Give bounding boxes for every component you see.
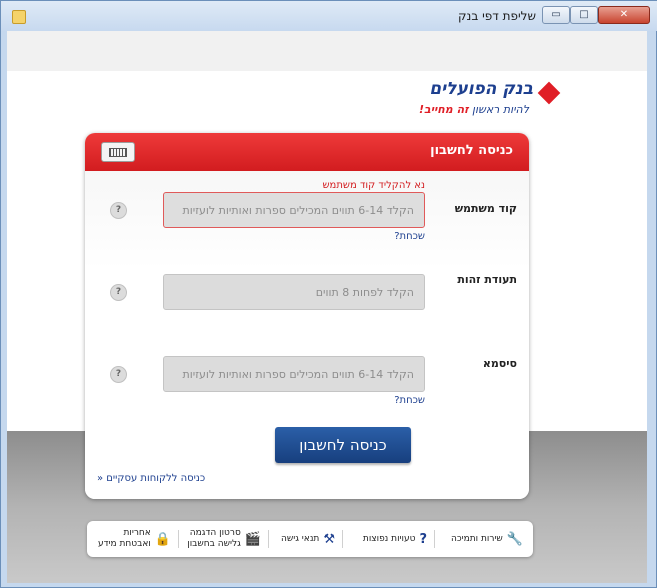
footer-support-link[interactable]: 🔧 שירות ותמיכה <box>451 521 523 557</box>
gavel-icon: ⚒ <box>323 531 335 547</box>
login-card-header: כניסה לחשבון <box>85 133 529 171</box>
bank-logo: בנק הפועלים להיות ראשון זה מחייב! <box>357 79 561 121</box>
user-code-help-icon[interactable]: ? <box>110 202 127 219</box>
footer-security-link[interactable]: 🔒 אחריות ואבטחת מידע <box>98 521 171 557</box>
login-submit-button[interactable]: כניסה לחשבון <box>275 427 411 463</box>
footer-terms-link[interactable]: ⚒ תנאי גישה <box>281 521 335 557</box>
lock-icon: 🔒 <box>154 531 171 547</box>
footer-faq-label: טעויות נפוצות <box>362 534 416 544</box>
footer-demo-label-1: סרטון הדגמה <box>189 528 241 538</box>
app-window: שליפת דפי בנק ▭ □ ✕ בנק הפועלים להיות רא… <box>0 0 657 588</box>
question-icon: ? <box>419 531 427 547</box>
login-card-body: נא להקליד קוד משתמש קוד משתמש ? שכחת? תע… <box>85 171 529 499</box>
user-code-label: קוד משתמש <box>454 202 517 215</box>
maximize-button[interactable]: □ <box>570 6 598 24</box>
login-title: כניסה לחשבון <box>430 143 513 158</box>
password-forgot-link[interactable]: שכחת? <box>394 395 425 406</box>
footer-security-label-1: אחריות <box>123 528 151 538</box>
footer-security-label: אחריות ואבטחת מידע <box>98 528 151 550</box>
password-input[interactable] <box>163 356 425 392</box>
footer-demo-label: סרטון הדגמה גלישה בחשבון <box>187 528 241 550</box>
password-help-icon[interactable]: ? <box>110 366 127 383</box>
user-code-error: נא להקליד קוד משתמש <box>322 180 425 191</box>
id-number-label: תעודת זהות <box>457 273 517 286</box>
footer-terms-label: תנאי גישה <box>280 534 320 544</box>
slogan-start: להיות ראשון <box>468 103 529 116</box>
id-number-help-icon[interactable]: ? <box>110 284 127 301</box>
footer-divider <box>342 530 343 548</box>
footer-security-label-2: ואבטחת מידע <box>97 539 151 549</box>
footer-support-label: שירות ותמיכה <box>450 534 503 544</box>
wrench-icon: 🔧 <box>506 531 523 547</box>
keyboard-icon <box>109 148 127 157</box>
virtual-keyboard-button[interactable] <box>101 142 135 162</box>
app-icon <box>12 10 26 24</box>
login-card: כניסה לחשבון נא להקליד קוד משתמש קוד משת… <box>85 133 529 499</box>
logo-slogan: להיות ראשון זה מחייב! <box>419 103 529 116</box>
film-icon: 🎬 <box>244 531 261 547</box>
logo-diamond-icon <box>537 81 561 105</box>
title-bar: שליפת דפי בנק ▭ □ ✕ <box>1 1 657 31</box>
close-button[interactable]: ✕ <box>598 6 650 24</box>
business-login-link[interactable]: כניסה ללקוחות עסקיים « <box>97 473 205 484</box>
footer-divider <box>178 530 179 548</box>
minimize-button[interactable]: ▭ <box>542 6 570 24</box>
footer-links-bar: 🔧 שירות ותמיכה ? טעויות נפוצות ⚒ תנאי גי… <box>87 521 533 557</box>
id-number-input[interactable] <box>163 274 425 310</box>
footer-divider <box>268 530 269 548</box>
user-code-forgot-link[interactable]: שכחת? <box>394 231 425 242</box>
password-label: סיסמא <box>482 357 517 370</box>
slogan-highlight: זה מחייב! <box>419 103 469 116</box>
footer-faq-link[interactable]: ? טעויות נפוצות <box>363 521 427 557</box>
logo-name: בנק הפועלים <box>429 79 533 99</box>
footer-demo-link[interactable]: 🎬 סרטון הדגמה גלישה בחשבון <box>187 521 261 557</box>
top-strip <box>7 31 647 71</box>
client-area: בנק הפועלים להיות ראשון זה מחייב! כניסה … <box>7 31 647 583</box>
user-code-input[interactable] <box>163 192 425 228</box>
footer-demo-label-2: גלישה בחשבון <box>187 539 241 549</box>
window-title: שליפת דפי בנק <box>458 9 536 23</box>
footer-divider <box>434 530 435 548</box>
